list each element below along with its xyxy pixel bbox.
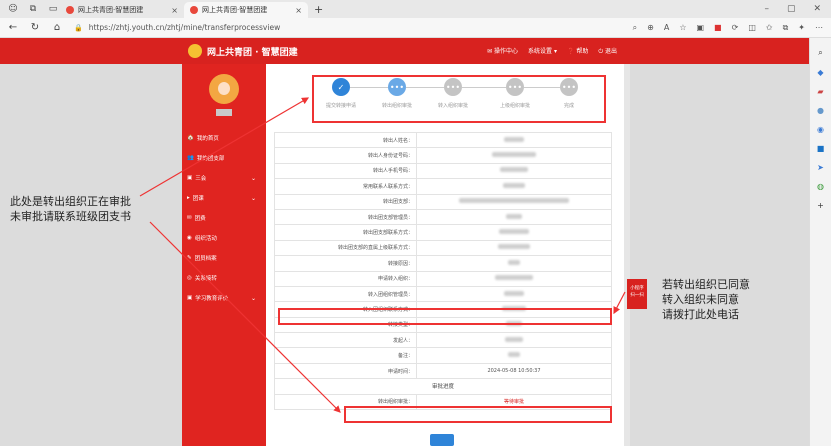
arrow-to-phone [613,291,626,315]
annotation-arrows [139,97,626,413]
arrow-to-steps [139,97,310,197]
arrow-to-approval [149,221,341,413]
